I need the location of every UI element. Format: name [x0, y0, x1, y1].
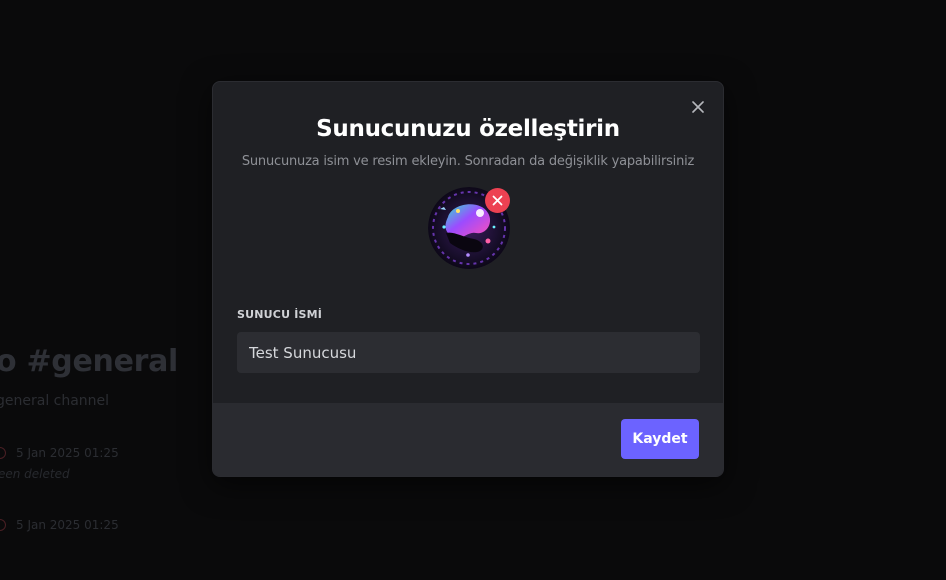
server-name-input[interactable]	[237, 332, 700, 373]
modal-footer: Kaydet	[213, 403, 723, 476]
close-button[interactable]	[687, 96, 709, 118]
save-button[interactable]: Kaydet	[621, 419, 699, 459]
close-icon	[692, 101, 704, 113]
modal-title: Sunucunuzu özelleştirin	[316, 116, 620, 142]
warning-icon	[0, 447, 6, 459]
remove-x-icon	[492, 195, 503, 206]
warning-icon	[0, 519, 6, 531]
message-row: 5 Jan 2025 01:25	[0, 516, 119, 534]
server-avatar-container	[428, 187, 510, 269]
message-timestamp: 5 Jan 2025 01:25	[16, 518, 119, 532]
customize-server-modal: Sunucunuzu özelleştirin Sunucunuza isim …	[212, 81, 724, 477]
remove-avatar-button[interactable]	[485, 188, 510, 213]
server-name-label: SUNUCU İSMİ	[237, 308, 323, 321]
channel-welcome-title: o #general	[0, 344, 179, 379]
message-timestamp: 5 Jan 2025 01:25	[16, 446, 119, 460]
message-row: 5 Jan 2025 01:25	[0, 444, 119, 462]
modal-subtitle: Sunucunuza isim ve resim ekleyin. Sonrad…	[241, 154, 695, 169]
channel-welcome-subtitle: general channel	[0, 393, 110, 409]
message-deleted-note: een deleted	[0, 467, 70, 481]
